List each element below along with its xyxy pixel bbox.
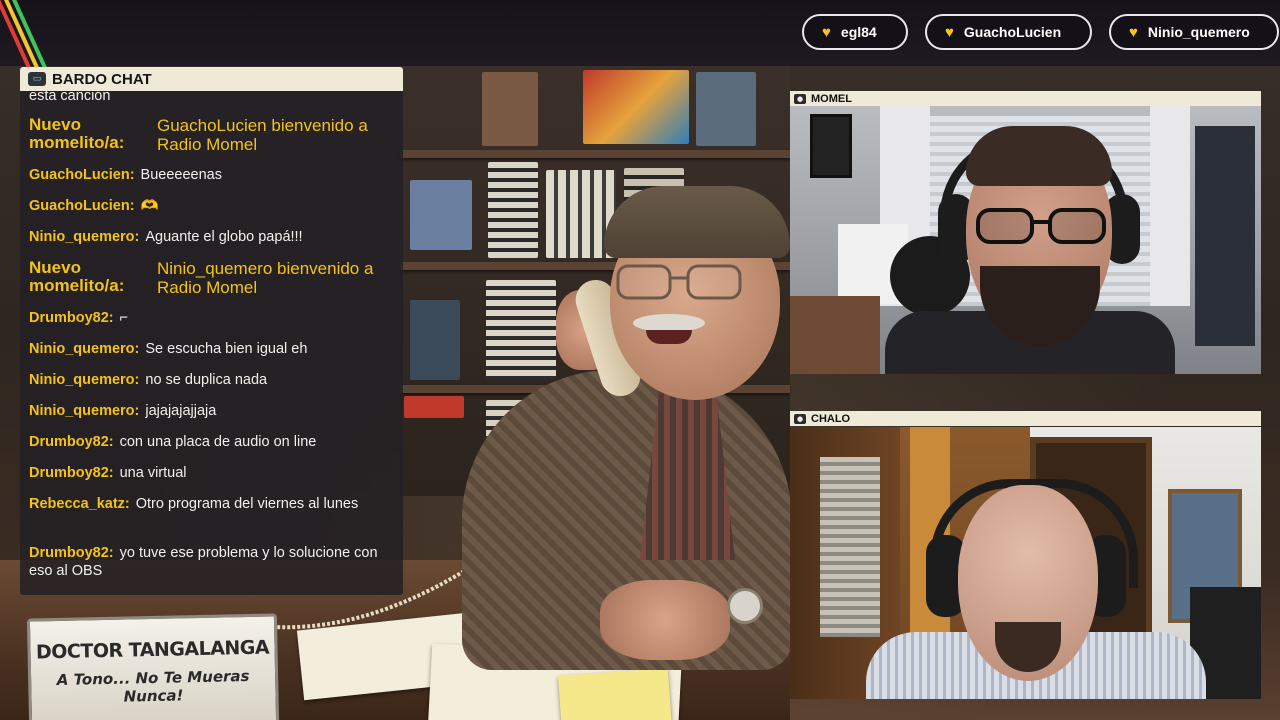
chat-welcome-title: Nuevo momelito/a: — [29, 258, 125, 295]
chat-header: ▭ BARDO CHAT — [20, 67, 403, 91]
eyeglasses — [976, 208, 1106, 244]
heart-icon: ♥ — [945, 23, 954, 41]
chat-message-text: Aguante el globo papá!!! — [145, 229, 303, 245]
chat-username[interactable]: Drumboy82: — [29, 434, 114, 450]
chat-message-text: ⌐ — [119, 310, 129, 326]
hanging-clothes — [1195, 126, 1255, 346]
chat-message: Ninio_quemero: Se escucha bien igual eh — [29, 340, 397, 358]
game-box — [696, 72, 756, 146]
chat-username[interactable]: Drumboy82: — [29, 310, 114, 326]
heart-icon: ♥ — [1129, 23, 1138, 41]
top-user-name: GuachoLucien — [963, 24, 1062, 40]
eyeglasses — [616, 264, 742, 300]
vhs-stack — [486, 280, 556, 380]
wristwatch — [727, 588, 763, 624]
chat-username[interactable]: Ninio_quemero: — [29, 403, 139, 419]
chat-username[interactable]: Drumboy82: — [29, 465, 114, 481]
toy-figure — [482, 72, 538, 146]
game-box — [410, 180, 472, 250]
chat-message: Ninio_quemero: Aguante el globo papá!!! — [29, 228, 397, 246]
top-user-pill: ♥ egl84 — [802, 14, 908, 50]
sticky-note — [558, 668, 672, 720]
top-user-name: Ninio_quemero — [1147, 24, 1250, 40]
chat-welcome-message: Nuevo momelito/a: Ninio_quemero bienveni… — [29, 258, 397, 298]
chat-username[interactable]: Ninio_quemero: — [29, 229, 139, 245]
camera-icon: ● — [794, 413, 806, 424]
chat-username[interactable]: Rebecca_katz: — [29, 496, 130, 512]
top-user-pill: ♥ GuachoLucien — [925, 14, 1092, 50]
webcam-chalo — [790, 427, 1261, 699]
curtain — [1150, 106, 1190, 306]
top-user-pill: ♥ Ninio_quemero — [1109, 14, 1279, 50]
chat-message-text: 🫶 — [140, 198, 159, 214]
chat-title: BARDO CHAT — [52, 70, 152, 88]
chat-message: Drumboy82: una virtual — [29, 464, 397, 482]
vhs-stack — [488, 162, 538, 258]
smile — [646, 330, 692, 344]
flat-cap — [604, 186, 790, 258]
chat-panel[interactable]: esta canción Nuevo momelito/a: GuachoLuc… — [20, 67, 403, 595]
chat-message-text: Ninio_quemero bienvenido a Radio Momel — [157, 259, 374, 297]
rainbow-stripes-decoration — [0, 0, 48, 70]
chat-message-text: jajajajajjaja — [145, 403, 217, 419]
chat-message: GuachoLucien: 🫶 — [29, 197, 397, 215]
chat-message: Drumboy82: yo tuve ese problema y lo solu… — [29, 544, 397, 580]
wall-picture — [810, 114, 852, 178]
nameplate-subtitle: A Tono... No Te Mueras Nunca! — [56, 666, 250, 706]
chat-message: Rebecca_katz: Otro programa del viernes a… — [29, 495, 397, 513]
chat-message-text: Bueeeeenas — [140, 167, 222, 183]
chat-username[interactable]: GuachoLucien: — [29, 167, 135, 183]
top-user-name: egl84 — [840, 24, 877, 40]
man-hand — [600, 580, 730, 660]
arcade-cabinet — [410, 300, 460, 380]
chat-message: Ninio_quemero: no se duplica nada — [29, 371, 397, 389]
nameplate-title: DOCTOR TANGALANGA — [35, 636, 270, 664]
cam-name: CHALO — [811, 412, 851, 425]
chat-message-text: una virtual — [119, 465, 187, 481]
chat-icon: ▭ — [28, 72, 46, 86]
cam-label-chalo: ● CHALO — [790, 411, 1261, 426]
shelf-board — [400, 150, 790, 158]
person-hair — [966, 126, 1112, 186]
chat-welcome-message: Nuevo momelito/a: GuachoLucien bienvenid… — [29, 115, 397, 155]
camera-icon: ● — [794, 93, 806, 104]
chat-username[interactable]: Ninio_quemero: — [29, 372, 139, 388]
chat-message: Drumboy82: con una placa de audio on line — [29, 433, 397, 451]
chat-username[interactable]: GuachoLucien: — [29, 198, 135, 214]
desk — [790, 296, 880, 374]
webcam-momel — [790, 106, 1261, 374]
heart-icon: ♥ — [822, 23, 831, 41]
desk-nameplate: DOCTOR TANGALANGA A Tono... No Te Mueras… — [26, 613, 280, 720]
cam-name: MOMEL — [811, 92, 852, 105]
chat-username[interactable]: Drumboy82: — [29, 545, 114, 561]
window-blinds — [820, 457, 880, 637]
chat-message: Ninio_quemero: jajajajajjaja — [29, 402, 397, 420]
chat-message-text: no se duplica nada — [145, 372, 268, 388]
chat-message: GuachoLucien: Bueeeeenas — [29, 166, 397, 184]
chat-welcome-title: Nuevo momelito/a: — [29, 115, 125, 152]
chat-username[interactable]: Ninio_quemero: — [29, 341, 139, 357]
chat-message-text: con una placa de audio on line — [119, 434, 317, 450]
chat-message-text: Otro programa del viernes al lunes — [135, 496, 359, 512]
chat-message: Drumboy82: ⌐ — [29, 309, 397, 327]
chat-message-text: GuachoLucien bienvenido a Radio Momel — [157, 116, 368, 154]
chat-message-text: Se escucha bien igual eh — [145, 341, 308, 357]
cam-label-momel: ● MOMEL — [790, 91, 1261, 106]
game-box — [583, 70, 689, 144]
